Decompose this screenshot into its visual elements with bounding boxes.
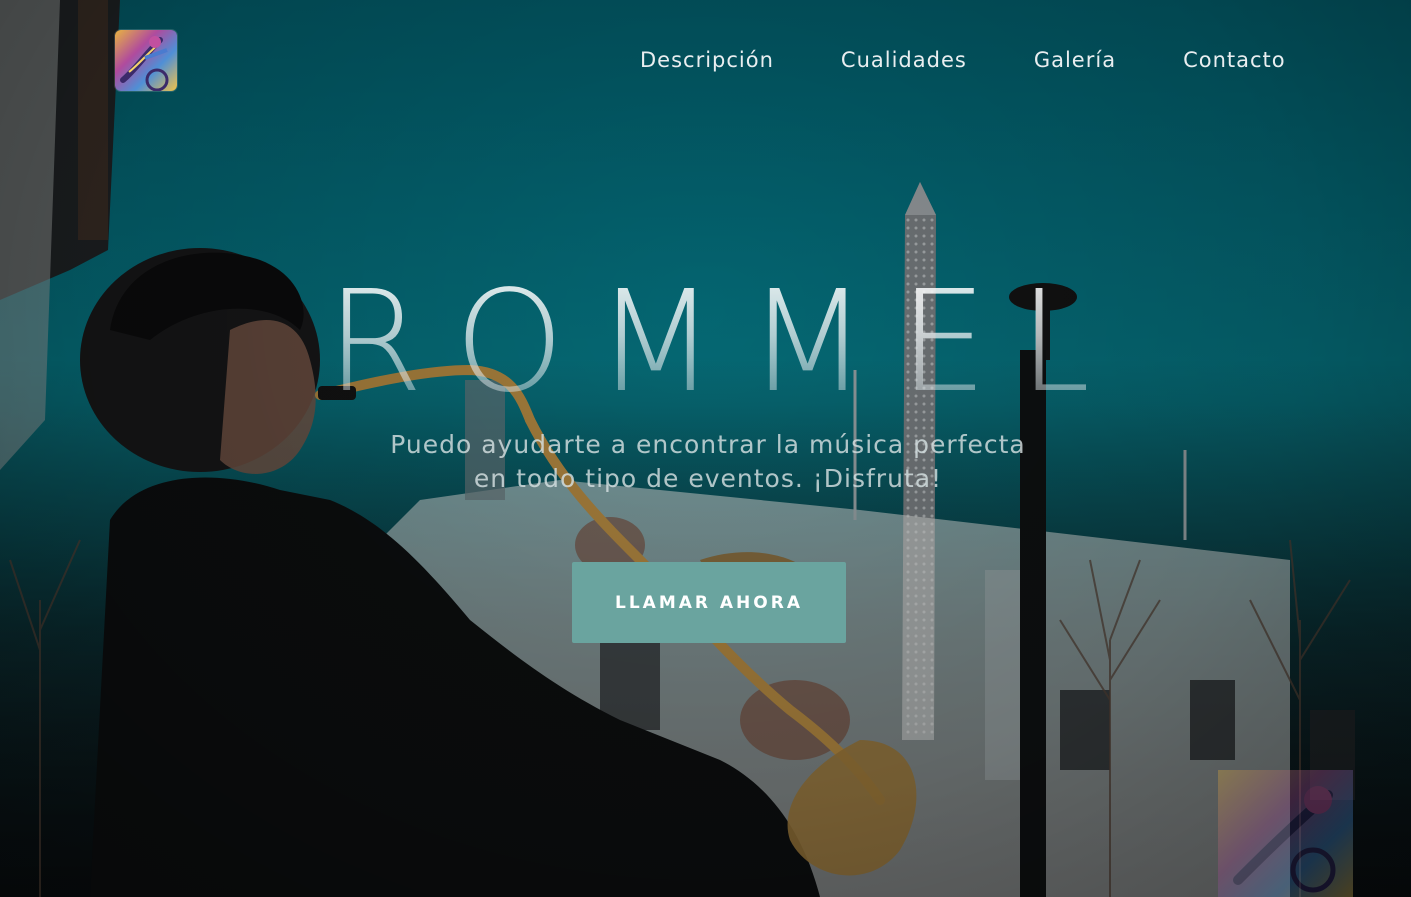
decorative-artwork-image — [1218, 770, 1353, 897]
nav-link-galeria[interactable]: Galería — [1034, 44, 1116, 76]
hero-subtitle: Puedo ayudarte a encontrar la música per… — [330, 428, 1086, 496]
hero-title: ROMMEL — [326, 261, 1128, 424]
nav-link-contacto[interactable]: Contacto — [1183, 44, 1286, 76]
hero-section: Descripción Cualidades Galería Contacto … — [0, 0, 1411, 897]
nav-link-descripcion[interactable]: Descripción — [640, 44, 774, 76]
hero-subtitle-line-2: en todo tipo de eventos. ¡Disfruta! — [473, 464, 943, 493]
call-now-button[interactable]: LLAMAR AHORA — [572, 562, 846, 643]
hero-subtitle-line-1: Puedo ayudarte a encontrar la música per… — [390, 430, 1026, 459]
saxophone-logo-icon[interactable] — [115, 30, 177, 91]
nav-link-cualidades[interactable]: Cualidades — [841, 44, 967, 76]
main-navigation: Descripción Cualidades Galería Contacto — [640, 44, 1286, 76]
